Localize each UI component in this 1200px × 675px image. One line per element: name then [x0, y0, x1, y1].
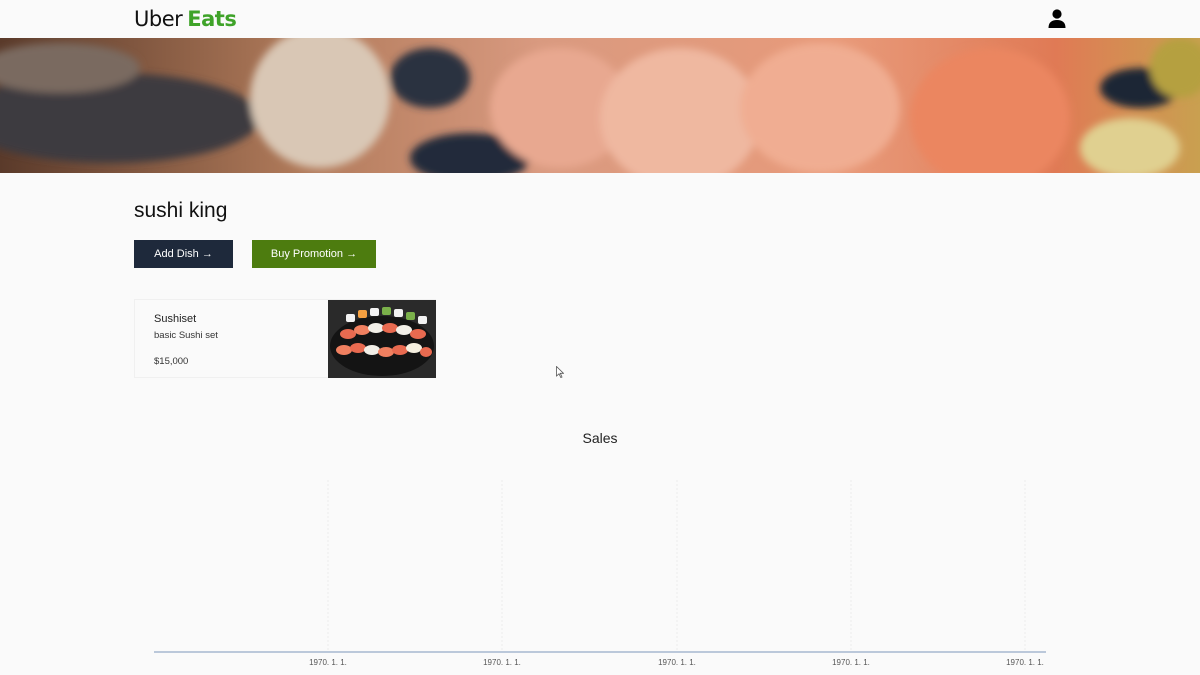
sales-chart: 1970. 1. 1. 1970. 1. 1. 1970. 1. 1. 1970. 1… — [154, 480, 1046, 667]
x-tick-label: 1970. 1. 1. — [483, 658, 521, 667]
x-tick-label: 1970. 1. 1. — [1006, 658, 1044, 667]
x-tick-label: 1970. 1. 1. — [658, 658, 696, 667]
x-tick-label: 1970. 1. 1. — [832, 658, 870, 667]
x-tick-label: 1970. 1. 1. — [309, 658, 347, 667]
